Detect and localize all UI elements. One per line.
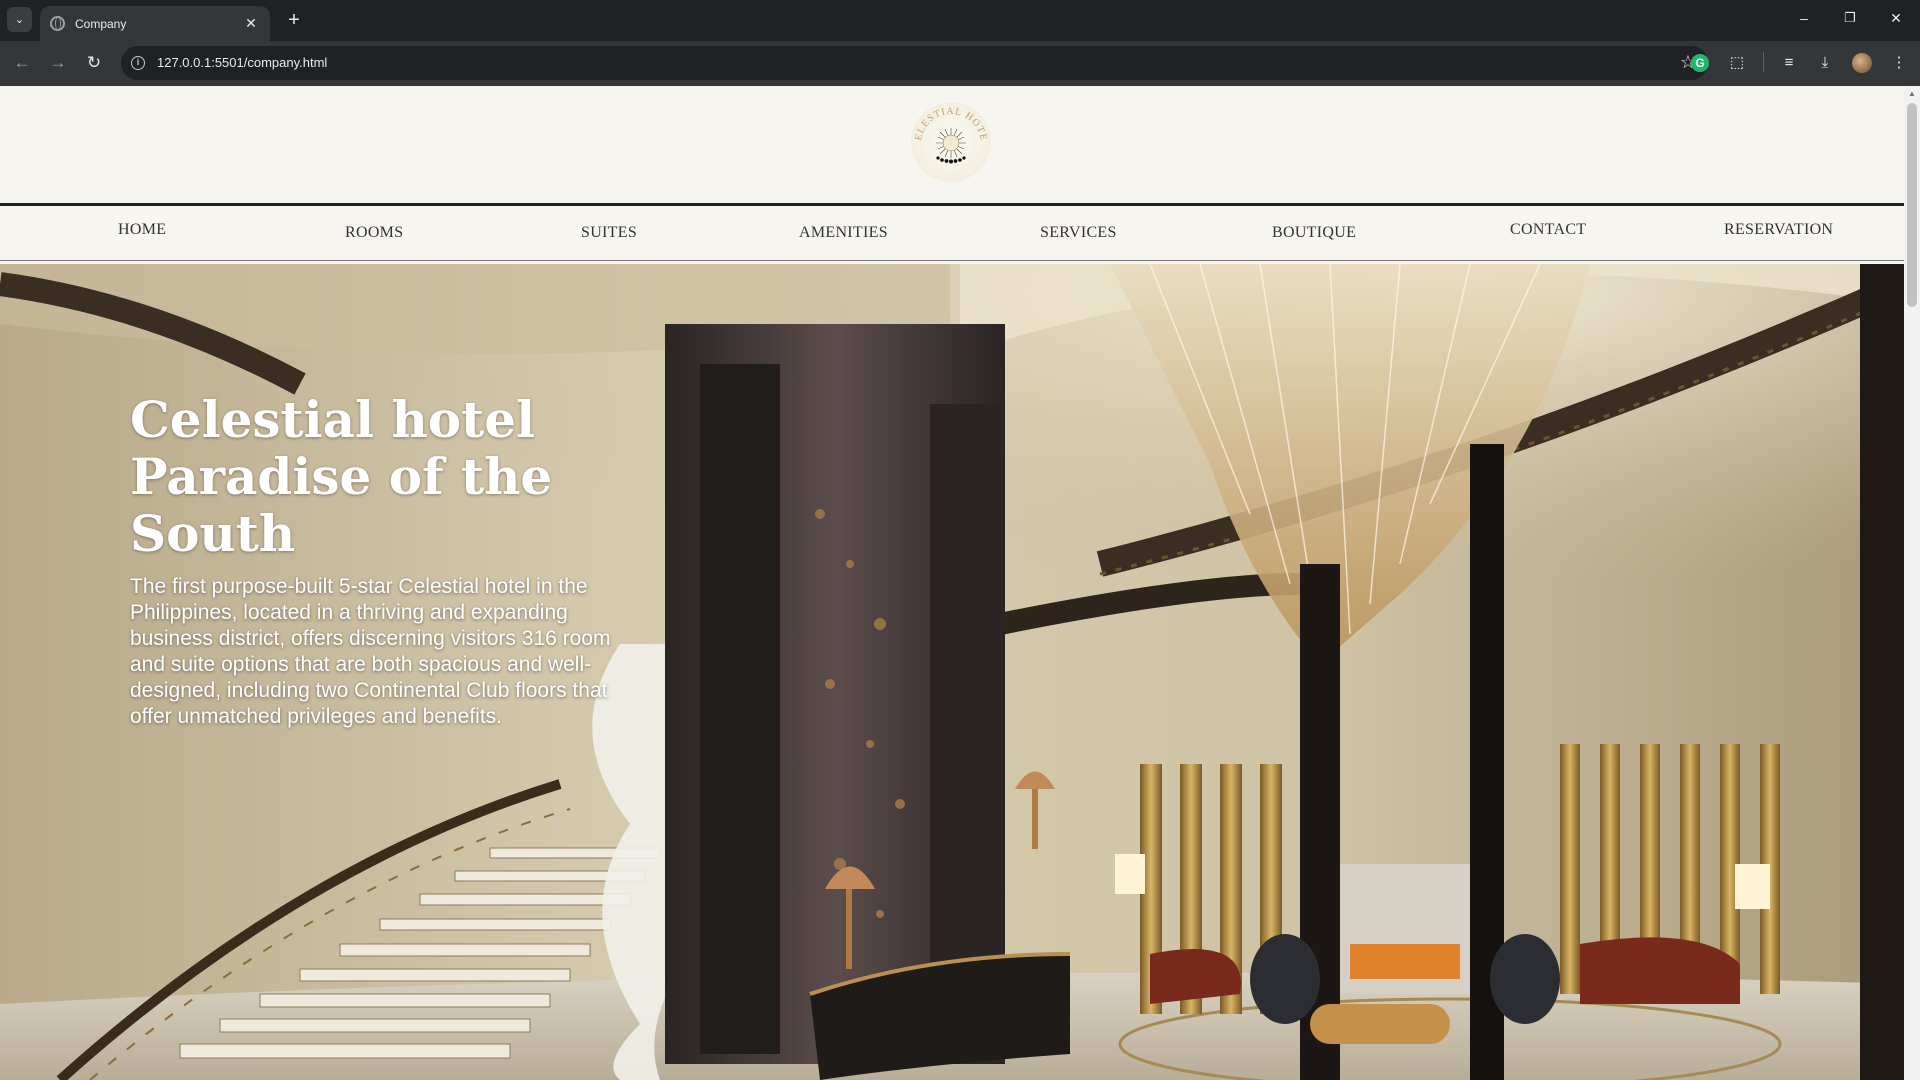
browser-toolbar: ← → ↻ i 127.0.0.1:5501/company.html ☆ G … [0,41,1920,86]
page-scrollbar[interactable]: ▲ [1904,86,1920,1080]
address-bar[interactable]: i 127.0.0.1:5501/company.html ☆ [121,46,1708,80]
scrollbar-thumb[interactable] [1907,103,1917,307]
window-close-icon[interactable]: ✕ [1886,10,1906,27]
minimize-icon[interactable]: – [1794,10,1814,26]
favicon-icon [50,16,65,31]
page-viewport: CELESTIAL HOTEL HOME ROOMS SUITES AMENIT… [0,86,1920,1080]
info-icon[interactable]: i [131,56,145,70]
browser-titlebar: ⌄ Company ✕ + – ❐ ✕ [0,0,1920,41]
extensions-icon[interactable]: ⬚ [1726,52,1748,74]
back-icon[interactable]: ← [11,53,33,75]
download-icon[interactable]: ⤓ [1814,52,1836,74]
nav-boutique[interactable]: BOUTIQUE [1272,224,1356,242]
grammarly-icon[interactable]: G [1691,54,1709,72]
profile-avatar[interactable] [1852,53,1872,73]
tab-title: Company [75,16,127,31]
nav-suites[interactable]: SUITES [581,224,637,242]
hero-description: The first purpose-built 5-star Celestial… [130,575,611,728]
menu-icon[interactable]: ⋮ [1888,52,1910,74]
hero-title: Celestial hotel Paradise of the South [130,391,630,562]
forward-icon[interactable]: → [47,53,69,75]
reload-icon[interactable]: ↻ [83,53,105,75]
nav-contact[interactable]: CONTACT [1510,221,1586,239]
plus-icon[interactable]: + [282,9,306,31]
nav-amenities[interactable]: AMENITIES [799,224,888,242]
close-icon[interactable]: ✕ [242,15,260,32]
site-header: CELESTIAL HOTEL [0,86,1904,206]
url-text[interactable]: 127.0.0.1:5501/company.html [157,55,327,70]
hero-title-line: Paradise of the [130,447,553,506]
celestial-hotel-logo[interactable]: CELESTIAL HOTEL [905,92,997,184]
restore-icon[interactable]: ❐ [1840,10,1860,26]
nav-services[interactable]: SERVICES [1040,224,1117,242]
toolbar-separator [1763,52,1764,72]
hero-section: Celestial hotel Paradise of the South Th… [0,264,1904,1080]
scroll-up-arrow-icon[interactable]: ▲ [1904,86,1920,102]
nav-home[interactable]: HOME [118,221,166,239]
nav-rooms[interactable]: ROOMS [345,224,403,242]
hero-title-line: Celestial hotel [130,390,536,449]
tab-company[interactable]: Company ✕ [40,6,270,41]
hero-title-line: South [130,504,296,563]
media-icon[interactable]: ≡ [1778,52,1800,74]
tab-search-icon[interactable]: ⌄ [7,7,32,32]
main-navigation: HOME ROOMS SUITES AMENITIES SERVICES BOU… [0,206,1904,261]
hero-text-block: Celestial hotel Paradise of the South Th… [130,391,630,730]
nav-reservation[interactable]: RESERVATION [1724,221,1833,239]
